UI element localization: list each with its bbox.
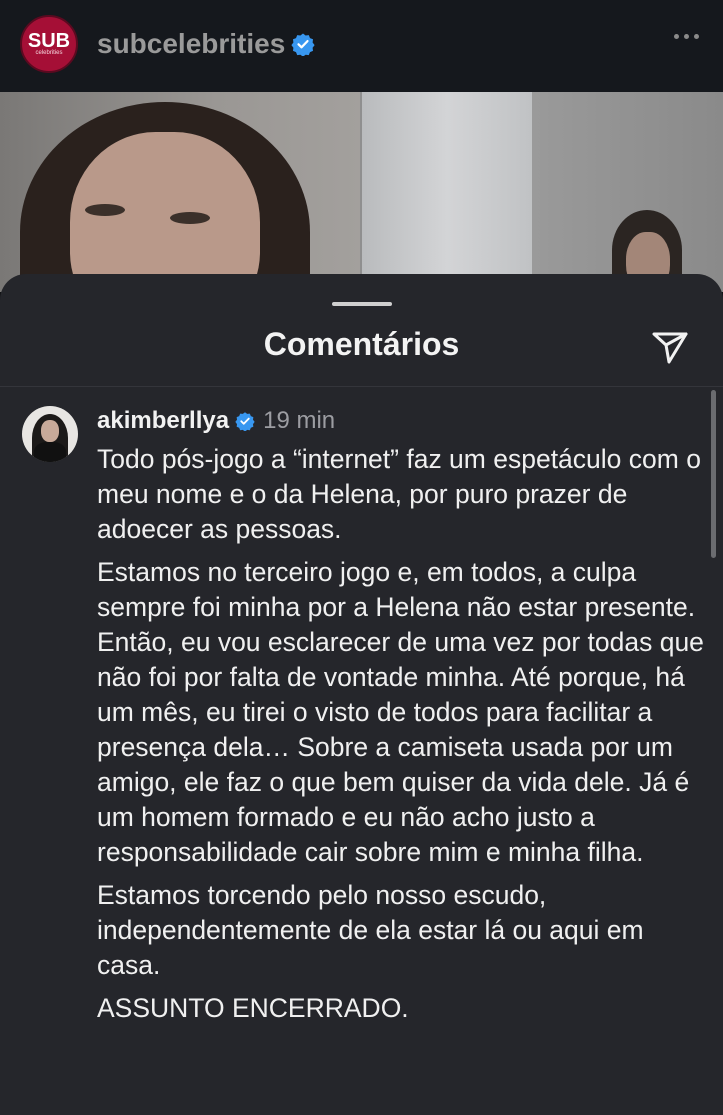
- comment-paragraph: Todo pós-jogo a “internet” faz um espetá…: [97, 444, 701, 544]
- post-header: SUB celebrities subcelebrities: [0, 0, 723, 92]
- avatar-body: [34, 442, 66, 462]
- scrollbar[interactable]: [711, 390, 716, 558]
- dot: [674, 34, 679, 39]
- username-text: subcelebrities: [97, 28, 286, 59]
- verified-badge-icon: [291, 33, 315, 56]
- account-username[interactable]: subcelebrities: [97, 28, 315, 60]
- verified-badge-icon: [235, 412, 255, 431]
- comment-text: Todo pós-jogo a “internet” faz um espetá…: [97, 442, 707, 1034]
- drag-handle[interactable]: [332, 302, 392, 306]
- send-icon[interactable]: [649, 326, 691, 368]
- avatar-logo-subtext: celebrities: [35, 49, 63, 56]
- comment-timestamp: 19 min: [263, 407, 336, 434]
- commenter-username[interactable]: akimberllya: [97, 407, 229, 435]
- divider: [0, 386, 723, 387]
- comments-sheet: Comentários akimberllya 19 min Todo pós-…: [0, 274, 723, 1115]
- comment-header: akimberllya 19 min: [97, 407, 335, 435]
- dot: [694, 34, 699, 39]
- image-person-eye: [85, 204, 125, 216]
- comment-paragraph: Estamos torcendo pelo nosso escudo, inde…: [97, 880, 644, 980]
- post-image[interactable]: [0, 92, 723, 292]
- dot: [684, 34, 689, 39]
- comment-paragraph: Estamos no terceiro jogo e, em todos, a …: [97, 557, 704, 867]
- comment-paragraph: ASSUNTO ENCERRADO.: [97, 993, 409, 1023]
- avatar-logo-text: SUB: [27, 29, 71, 52]
- sheet-title: Comentários: [263, 326, 460, 362]
- commenter-avatar[interactable]: [22, 406, 78, 462]
- avatar-face: [41, 420, 59, 442]
- more-options-icon[interactable]: [674, 34, 699, 39]
- account-avatar[interactable]: SUB celebrities: [20, 15, 78, 73]
- image-person-eye: [170, 212, 210, 224]
- image-white-shirt: [362, 92, 532, 292]
